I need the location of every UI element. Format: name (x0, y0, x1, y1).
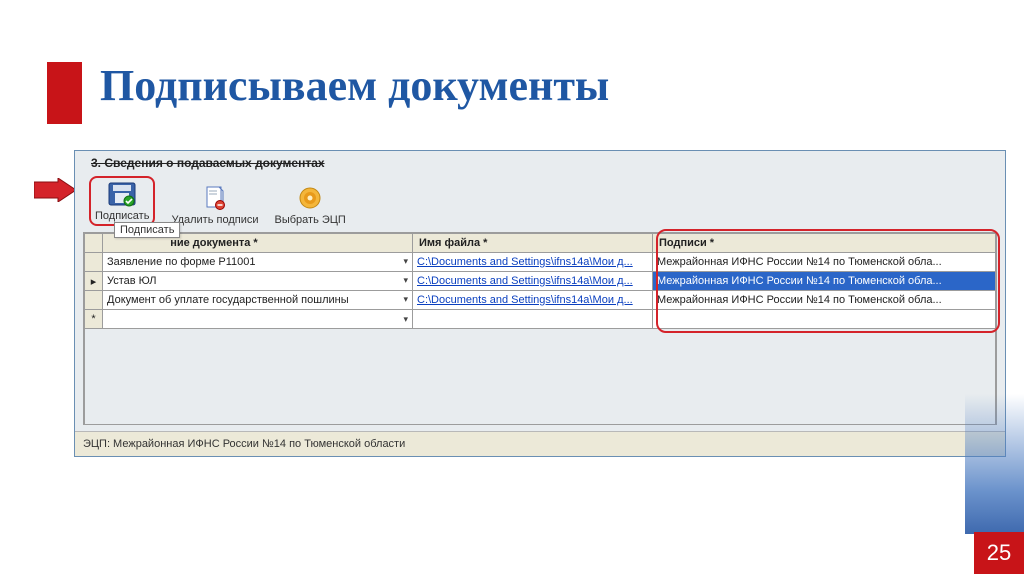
callout-arrow-icon (34, 178, 76, 202)
sign-tooltip: Подписать (114, 222, 180, 238)
col-signatures[interactable]: Подписи * (653, 234, 996, 253)
table-row[interactable]: Документ об уплате государственной пошли… (85, 291, 996, 310)
toolbar: Подписать Удалить подписи (79, 174, 1001, 232)
decorative-gradient (965, 394, 1024, 534)
dropdown-icon[interactable]: ▾ (403, 314, 408, 325)
title-accent-bar (47, 62, 82, 124)
documents-panel: 3. Сведения о подаваемых документах Подп… (74, 150, 1006, 457)
page-number: 25 (974, 532, 1024, 574)
doc-name-cell[interactable]: ▾ (103, 310, 413, 329)
delete-signatures-label: Удалить подписи (171, 214, 258, 226)
file-link[interactable]: C:\Documents and Settings\ifns14a\Мои д.… (417, 275, 633, 287)
file-link[interactable]: C:\Documents and Settings\ifns14a\Мои д.… (417, 294, 633, 306)
dropdown-icon[interactable]: ▾ (403, 275, 408, 286)
signature-cell[interactable]: Межрайонная ИФНС России №14 по Тюменской… (653, 291, 996, 310)
signature-cell[interactable] (653, 310, 996, 329)
sign-button[interactable]: Подписать (89, 176, 155, 226)
document-delete-icon (198, 184, 232, 212)
file-cell[interactable]: C:\Documents and Settings\ifns14a\Мои д.… (413, 272, 653, 291)
file-cell[interactable] (413, 310, 653, 329)
save-signed-icon (105, 180, 139, 208)
dropdown-icon[interactable]: ▾ (403, 294, 408, 305)
delete-signatures-button[interactable]: Удалить подписи (171, 184, 258, 226)
choose-ecp-button[interactable]: Выбрать ЭЦП (275, 184, 346, 226)
row-marker: * (85, 310, 103, 329)
documents-grid: Наименование документа * Имя файла * Под… (83, 232, 997, 425)
row-marker (85, 291, 103, 310)
row-marker: ▸ (85, 272, 103, 291)
slide-title: Подписываем документы (100, 60, 609, 111)
sign-button-label: Подписать (95, 210, 149, 222)
doc-name-cell[interactable]: Заявление по форме Р11001▾ (103, 253, 413, 272)
table-row[interactable]: Заявление по форме Р11001▾ C:\Documents … (85, 253, 996, 272)
grid-empty-area (85, 329, 996, 424)
grid-header-row: Наименование документа * Имя файла * Под… (85, 234, 996, 253)
col-file[interactable]: Имя файла * (413, 234, 653, 253)
signature-cell[interactable]: Межрайонная ИФНС России №14 по Тюменской… (653, 272, 996, 291)
signature-cell[interactable]: Межрайонная ИФНС России №14 по Тюменской… (653, 253, 996, 272)
row-marker-head (85, 234, 103, 253)
choose-ecp-label: Выбрать ЭЦП (275, 214, 346, 226)
dropdown-icon[interactable]: ▾ (403, 256, 408, 267)
row-marker (85, 253, 103, 272)
file-link[interactable]: C:\Documents and Settings\ifns14a\Мои д.… (417, 256, 633, 268)
table-row-new[interactable]: * ▾ (85, 310, 996, 329)
doc-name-cell[interactable]: Устав ЮЛ▾ (103, 272, 413, 291)
stamp-icon (293, 184, 327, 212)
file-cell[interactable]: C:\Documents and Settings\ifns14a\Мои д.… (413, 253, 653, 272)
section-title: 3. Сведения о подаваемых документах (91, 156, 1001, 170)
status-bar: ЭЦП: Межрайонная ИФНС России №14 по Тюме… (75, 431, 1005, 456)
doc-name-cell[interactable]: Документ об уплате государственной пошли… (103, 291, 413, 310)
file-cell[interactable]: C:\Documents and Settings\ifns14a\Мои д.… (413, 291, 653, 310)
table-row[interactable]: ▸ Устав ЮЛ▾ C:\Documents and Settings\if… (85, 272, 996, 291)
